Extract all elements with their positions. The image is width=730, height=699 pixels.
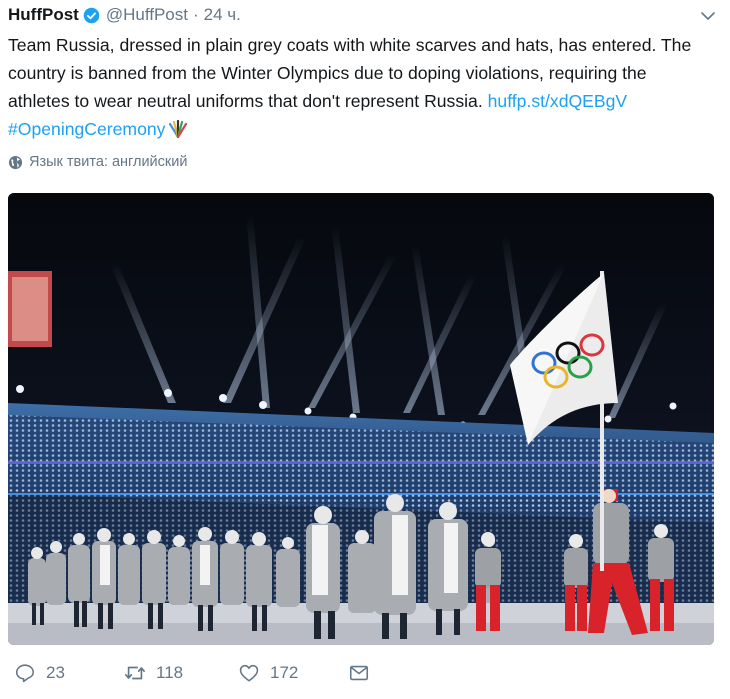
reply-button[interactable]: 23 (14, 662, 65, 684)
retweet-count: 118 (156, 663, 184, 682)
globe-icon (8, 155, 23, 169)
tweet-link[interactable]: huffp.st/xdQEBgV (488, 91, 628, 111)
tweet-photo[interactable] (8, 193, 714, 645)
like-button[interactable]: 172 (238, 662, 298, 684)
tweet-language-label[interactable]: Язык твита: английский (29, 154, 187, 170)
tweet-header: HuffPost @HuffPost · 24 ч. (8, 3, 241, 27)
separator-dot: · (192, 5, 199, 24)
tweet-language: Язык твита: английский (8, 154, 187, 170)
direct-message-button[interactable] (348, 662, 380, 684)
olympic-fan-emoji (168, 118, 188, 139)
tweet-text: Team Russia, dressed in plain grey coats… (8, 31, 698, 143)
tweet-hashtag[interactable]: #OpeningCeremony (8, 119, 165, 139)
tweet-actions: 23 118 172 (0, 662, 730, 694)
retweet-icon (125, 666, 145, 680)
heart-icon (239, 664, 259, 682)
reply-count: 23 (46, 663, 65, 682)
tweet-card: HuffPost @HuffPost · 24 ч. Team Russia, … (0, 0, 730, 699)
tweet-timestamp[interactable]: 24 ч. (204, 5, 241, 25)
author-name[interactable]: HuffPost (8, 5, 79, 25)
verified-badge-icon (83, 7, 100, 24)
olympic-photo-illustration (8, 193, 714, 645)
author-handle[interactable]: @HuffPost (106, 5, 188, 25)
reply-icon (15, 664, 35, 683)
envelope-icon (349, 665, 369, 681)
like-count: 172 (270, 663, 299, 682)
retweet-button[interactable]: 118 (124, 662, 183, 684)
chevron-down-icon[interactable] (700, 8, 716, 24)
